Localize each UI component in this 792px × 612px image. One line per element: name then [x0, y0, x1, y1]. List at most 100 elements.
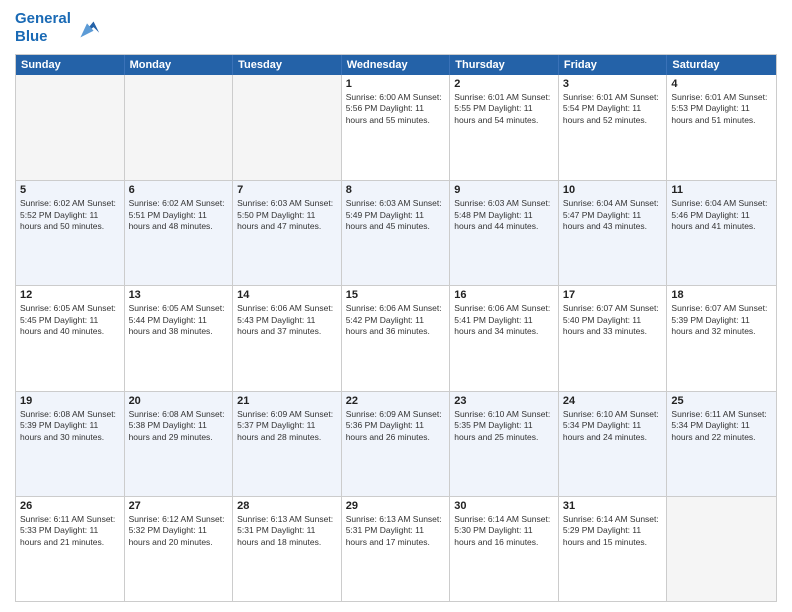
- table-row: 5Sunrise: 6:02 AM Sunset: 5:52 PM Daylig…: [16, 181, 125, 285]
- table-row: 20Sunrise: 6:08 AM Sunset: 5:38 PM Dayli…: [125, 392, 234, 496]
- day-number: 17: [563, 289, 663, 301]
- table-row: [125, 75, 234, 180]
- day-number: 4: [671, 78, 772, 90]
- calendar-week-1: 1 Sunrise: 6:00 AM Sunset: 5:56 PM Daylig…: [16, 75, 776, 180]
- day-info: Sunrise: 6:07 AM Sunset: 5:40 PM Dayligh…: [563, 303, 663, 337]
- day-number: 24: [563, 395, 663, 407]
- header-saturday: Saturday: [667, 55, 776, 75]
- table-row: 16 Sunrise: 6:06 AM Sunset: 5:41 PM Dayli…: [450, 286, 559, 390]
- day-info: Sunrise: 6:06 AM Sunset: 5:41 PM Dayligh…: [454, 303, 554, 337]
- table-row: 10Sunrise: 6:04 AM Sunset: 5:47 PM Dayli…: [559, 181, 668, 285]
- day-info: Sunrise: 6:03 AM Sunset: 5:50 PM Dayligh…: [237, 198, 337, 232]
- table-row: [233, 75, 342, 180]
- table-row: 1 Sunrise: 6:00 AM Sunset: 5:56 PM Daylig…: [342, 75, 451, 180]
- header-thursday: Thursday: [450, 55, 559, 75]
- day-number: 23: [454, 395, 554, 407]
- day-number: 9: [454, 184, 554, 196]
- day-info: Sunrise: 6:10 AM Sunset: 5:34 PM Dayligh…: [563, 409, 663, 443]
- header: General Blue: [15, 10, 777, 46]
- day-info: Sunrise: 6:04 AM Sunset: 5:46 PM Dayligh…: [671, 198, 772, 232]
- day-number: 22: [346, 395, 446, 407]
- table-row: 29 Sunrise: 6:13 AM Sunset: 5:31 PM Dayli…: [342, 497, 451, 601]
- day-info: Sunrise: 6:05 AM Sunset: 5:45 PM Dayligh…: [20, 303, 120, 337]
- day-info: Sunrise: 6:09 AM Sunset: 5:37 PM Dayligh…: [237, 409, 337, 443]
- table-row: 14Sunrise: 6:06 AM Sunset: 5:43 PM Dayli…: [233, 286, 342, 390]
- table-row: 12 Sunrise: 6:05 AM Sunset: 5:45 PM Dayli…: [16, 286, 125, 390]
- calendar-week-4: 19 Sunrise: 6:08 AM Sunset: 5:39 PM Dayli…: [16, 391, 776, 496]
- table-row: 27 Sunrise: 6:12 AM Sunset: 5:32 PM Dayli…: [125, 497, 234, 601]
- day-info: Sunrise: 6:06 AM Sunset: 5:42 PM Dayligh…: [346, 303, 446, 337]
- logo-text2: Blue: [15, 28, 71, 46]
- day-number: 21: [237, 395, 337, 407]
- day-info: Sunrise: 6:01 AM Sunset: 5:55 PM Dayligh…: [454, 92, 554, 126]
- day-number: 7: [237, 184, 337, 196]
- table-row: 2 Sunrise: 6:01 AM Sunset: 5:55 PM Daylig…: [450, 75, 559, 180]
- day-number: 13: [129, 289, 229, 301]
- header-friday: Friday: [559, 55, 668, 75]
- day-number: 25: [671, 395, 772, 407]
- day-number: 1: [346, 78, 446, 90]
- day-info: Sunrise: 6:13 AM Sunset: 5:31 PM Dayligh…: [346, 514, 446, 548]
- table-row: 22 Sunrise: 6:09 AM Sunset: 5:36 PM Dayli…: [342, 392, 451, 496]
- table-row: [667, 497, 776, 601]
- table-row: 4Sunrise: 6:01 AM Sunset: 5:53 PM Daylig…: [667, 75, 776, 180]
- logo-icon: [73, 14, 101, 42]
- day-number: 16: [454, 289, 554, 301]
- day-info: Sunrise: 6:02 AM Sunset: 5:51 PM Dayligh…: [129, 198, 229, 232]
- day-number: 15: [346, 289, 446, 301]
- table-row: 30Sunrise: 6:14 AM Sunset: 5:30 PM Dayli…: [450, 497, 559, 601]
- day-info: Sunrise: 6:08 AM Sunset: 5:39 PM Dayligh…: [20, 409, 120, 443]
- day-info: Sunrise: 6:09 AM Sunset: 5:36 PM Dayligh…: [346, 409, 446, 443]
- day-number: 31: [563, 500, 663, 512]
- calendar-week-2: 5Sunrise: 6:02 AM Sunset: 5:52 PM Daylig…: [16, 180, 776, 285]
- calendar-week-3: 12 Sunrise: 6:05 AM Sunset: 5:45 PM Dayli…: [16, 285, 776, 390]
- day-number: 27: [129, 500, 229, 512]
- day-number: 28: [237, 500, 337, 512]
- day-info: Sunrise: 6:04 AM Sunset: 5:47 PM Dayligh…: [563, 198, 663, 232]
- table-row: 24 Sunrise: 6:10 AM Sunset: 5:34 PM Dayli…: [559, 392, 668, 496]
- calendar-week-5: 26 Sunrise: 6:11 AM Sunset: 5:33 PM Dayli…: [16, 496, 776, 601]
- header-tuesday: Tuesday: [233, 55, 342, 75]
- day-info: Sunrise: 6:12 AM Sunset: 5:32 PM Dayligh…: [129, 514, 229, 548]
- page: General Blue Sunday Monday Tuesday Wedne…: [0, 0, 792, 612]
- day-info: Sunrise: 6:05 AM Sunset: 5:44 PM Dayligh…: [129, 303, 229, 337]
- day-info: Sunrise: 6:13 AM Sunset: 5:31 PM Dayligh…: [237, 514, 337, 548]
- day-info: Sunrise: 6:10 AM Sunset: 5:35 PM Dayligh…: [454, 409, 554, 443]
- header-wednesday: Wednesday: [342, 55, 451, 75]
- table-row: 18Sunrise: 6:07 AM Sunset: 5:39 PM Dayli…: [667, 286, 776, 390]
- day-number: 19: [20, 395, 120, 407]
- calendar-body: 1 Sunrise: 6:00 AM Sunset: 5:56 PM Daylig…: [16, 75, 776, 601]
- table-row: 25 Sunrise: 6:11 AM Sunset: 5:34 PM Dayli…: [667, 392, 776, 496]
- table-row: 23 Sunrise: 6:10 AM Sunset: 5:35 PM Dayli…: [450, 392, 559, 496]
- table-row: 6 Sunrise: 6:02 AM Sunset: 5:51 PM Daylig…: [125, 181, 234, 285]
- day-info: Sunrise: 6:00 AM Sunset: 5:56 PM Dayligh…: [346, 92, 446, 126]
- day-info: Sunrise: 6:14 AM Sunset: 5:29 PM Dayligh…: [563, 514, 663, 548]
- calendar: Sunday Monday Tuesday Wednesday Thursday…: [15, 54, 777, 602]
- table-row: 8Sunrise: 6:03 AM Sunset: 5:49 PM Daylig…: [342, 181, 451, 285]
- day-number: 12: [20, 289, 120, 301]
- day-number: 2: [454, 78, 554, 90]
- table-row: 7 Sunrise: 6:03 AM Sunset: 5:50 PM Daylig…: [233, 181, 342, 285]
- day-info: Sunrise: 6:11 AM Sunset: 5:33 PM Dayligh…: [20, 514, 120, 548]
- day-number: 11: [671, 184, 772, 196]
- table-row: 13 Sunrise: 6:05 AM Sunset: 5:44 PM Dayli…: [125, 286, 234, 390]
- day-number: 26: [20, 500, 120, 512]
- day-info: Sunrise: 6:01 AM Sunset: 5:54 PM Dayligh…: [563, 92, 663, 126]
- header-sunday: Sunday: [16, 55, 125, 75]
- table-row: 15 Sunrise: 6:06 AM Sunset: 5:42 PM Dayli…: [342, 286, 451, 390]
- table-row: 21 Sunrise: 6:09 AM Sunset: 5:37 PM Dayli…: [233, 392, 342, 496]
- calendar-header: Sunday Monday Tuesday Wednesday Thursday…: [16, 55, 776, 75]
- table-row: [16, 75, 125, 180]
- day-number: 6: [129, 184, 229, 196]
- day-number: 8: [346, 184, 446, 196]
- table-row: 17 Sunrise: 6:07 AM Sunset: 5:40 PM Dayli…: [559, 286, 668, 390]
- logo-text: General: [15, 10, 71, 28]
- day-number: 3: [563, 78, 663, 90]
- table-row: 19 Sunrise: 6:08 AM Sunset: 5:39 PM Dayli…: [16, 392, 125, 496]
- table-row: 28 Sunrise: 6:13 AM Sunset: 5:31 PM Dayli…: [233, 497, 342, 601]
- day-number: 29: [346, 500, 446, 512]
- day-number: 5: [20, 184, 120, 196]
- day-number: 30: [454, 500, 554, 512]
- day-info: Sunrise: 6:11 AM Sunset: 5:34 PM Dayligh…: [671, 409, 772, 443]
- header-monday: Monday: [125, 55, 234, 75]
